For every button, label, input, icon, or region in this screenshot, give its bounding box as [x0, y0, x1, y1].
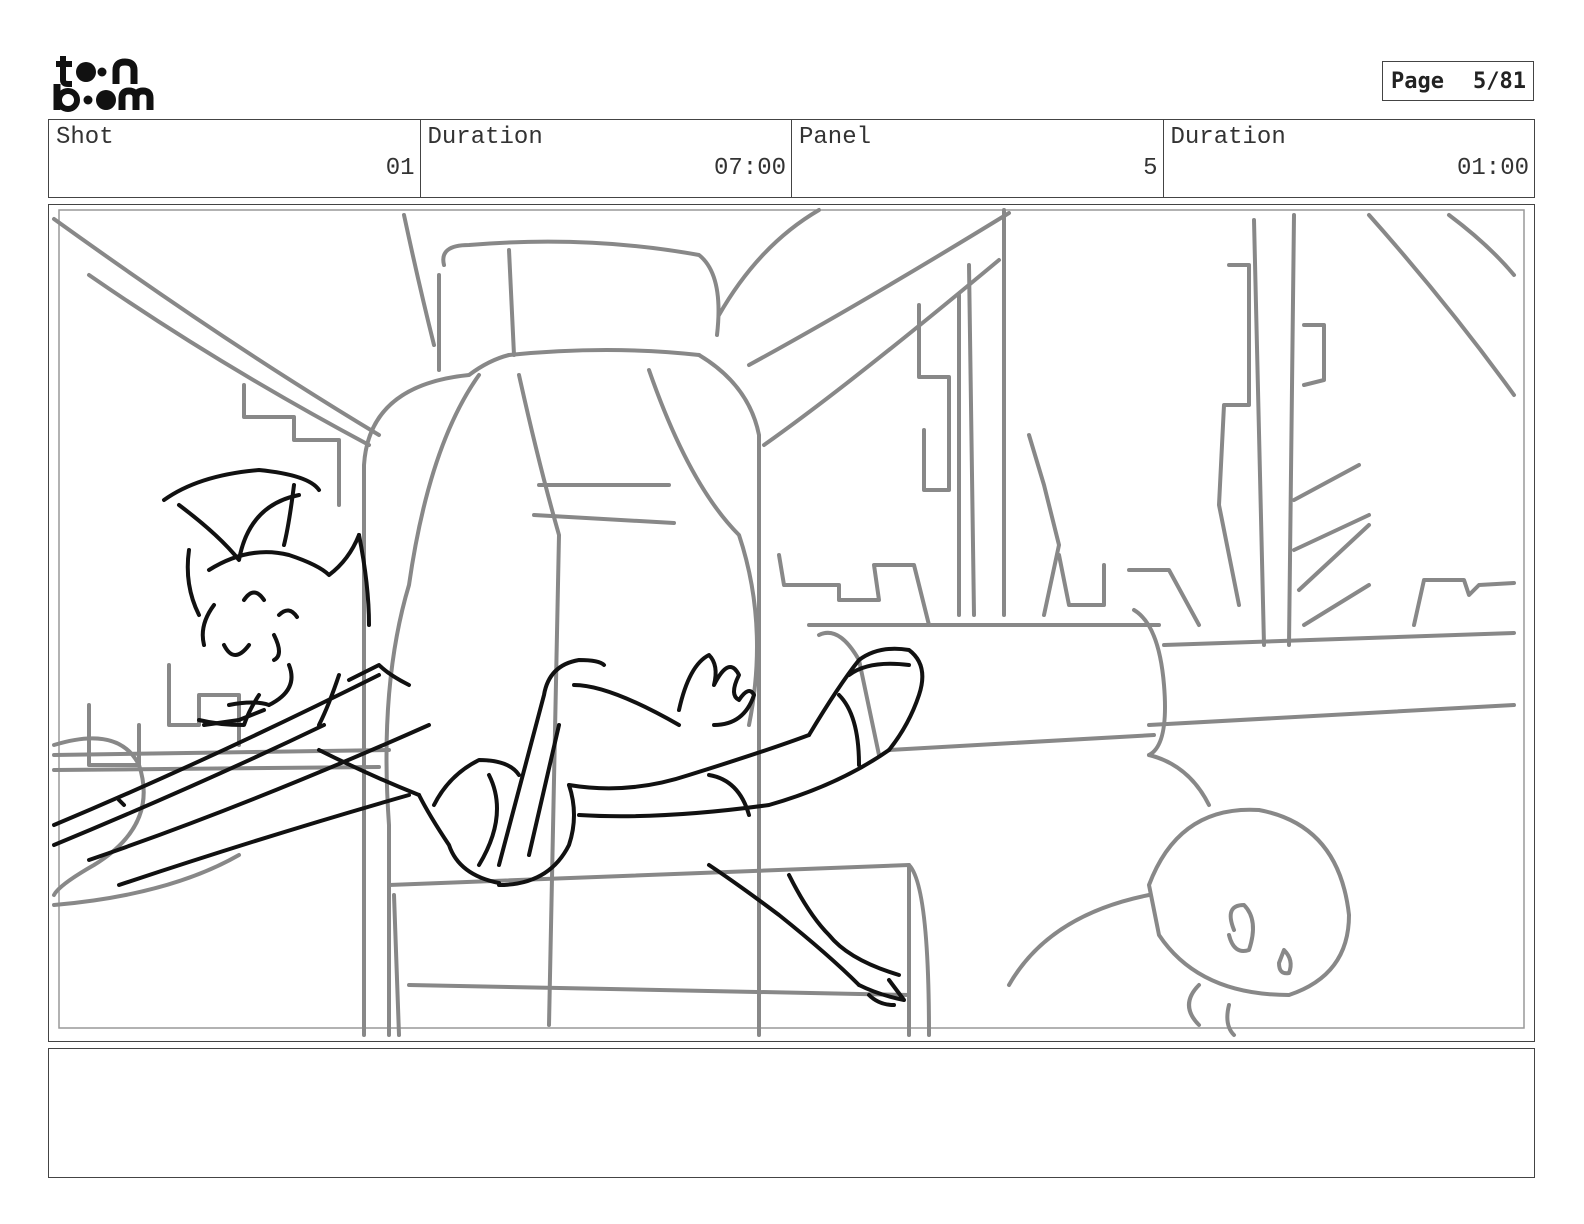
shot-info-row: Shot 01 Duration 07:00 Panel 5 Duration … — [48, 119, 1535, 198]
panel-duration-value: 01:00 — [1456, 155, 1529, 182]
shot-value: 01 — [385, 155, 415, 182]
panel-label: Panel — [799, 124, 872, 151]
panel-duration-label: Duration — [1170, 124, 1286, 151]
page-label: Page — [1391, 68, 1444, 94]
storyboard-sketch — [52, 208, 1525, 1037]
page-number: 5/81 — [1473, 68, 1526, 94]
panel-duration-cell: Duration 01:00 — [1164, 120, 1535, 197]
storyboard-panel-frame — [48, 204, 1535, 1042]
shot-duration-label: Duration — [427, 124, 543, 151]
panel-notes-box — [48, 1048, 1535, 1178]
shot-cell: Shot 01 — [49, 120, 421, 197]
panel-value: 5 — [1143, 155, 1158, 182]
character-sketch — [52, 468, 925, 1007]
toon-boom-logo — [53, 56, 154, 112]
shot-duration-cell: Duration 07:00 — [421, 120, 792, 197]
background-sketch — [52, 208, 1516, 1037]
inner-frame-border — [58, 209, 1525, 1029]
panel-cell: Panel 5 — [792, 120, 1164, 197]
page-indicator: Page 5/81 — [1382, 61, 1534, 101]
shot-label: Shot — [56, 124, 114, 151]
shot-duration-value: 07:00 — [713, 155, 786, 182]
